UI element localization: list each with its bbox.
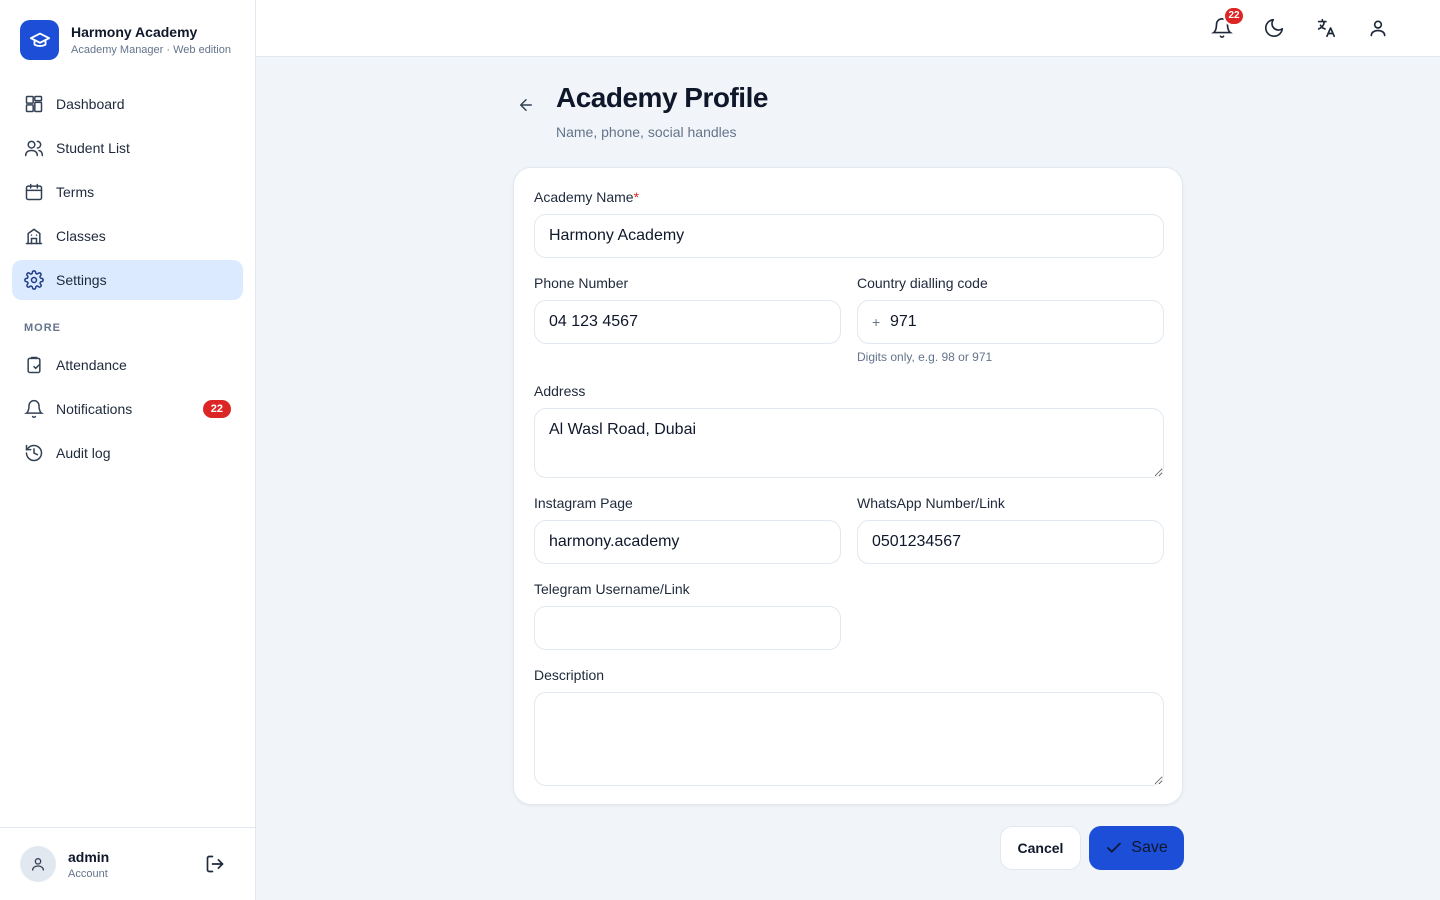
nav-item-settings[interactable]: Settings xyxy=(12,260,243,300)
account-text: admin Account xyxy=(68,849,203,880)
telegram-input[interactable] xyxy=(534,606,841,650)
profile-button[interactable] xyxy=(1366,16,1390,40)
whatsapp-input[interactable] xyxy=(857,520,1164,564)
phone-number-input[interactable] xyxy=(534,300,841,344)
notifications-bell-button[interactable]: 22 xyxy=(1210,6,1245,40)
country-code-prefix: + xyxy=(872,314,881,330)
brand[interactable]: Harmony Academy Academy Manager · Web ed… xyxy=(20,20,239,60)
nav-item-classes[interactable]: Classes xyxy=(12,216,243,256)
nav-label: Terms xyxy=(56,184,95,200)
nav-item-student-list[interactable]: Student List xyxy=(12,128,243,168)
users-icon xyxy=(24,138,44,158)
cancel-button[interactable]: Cancel xyxy=(1000,826,1081,870)
academy-name-input[interactable] xyxy=(534,214,1164,258)
account-role: Account xyxy=(68,867,108,880)
instagram-label: Instagram Page xyxy=(534,495,633,511)
check-icon xyxy=(1105,839,1123,857)
dark-mode-toggle[interactable] xyxy=(1262,16,1286,40)
academy-name-label-text: Academy Name xyxy=(534,189,634,205)
save-button-label: Save xyxy=(1131,839,1168,856)
account-panel: admin Account xyxy=(0,827,255,900)
notifications-count-badge: 22 xyxy=(202,400,231,418)
phone-number-label: Phone Number xyxy=(534,275,629,291)
brand-text: Harmony Academy Academy Manager · Web ed… xyxy=(71,23,239,57)
user-icon[interactable] xyxy=(20,846,56,882)
translate-icon xyxy=(1317,18,1336,38)
building-icon xyxy=(24,226,44,246)
gear-icon xyxy=(24,270,44,290)
clipboard-icon xyxy=(24,355,44,375)
history-icon xyxy=(24,443,44,463)
country-code-label: Country dialling code xyxy=(857,275,988,291)
nav-label: Settings xyxy=(56,272,107,288)
notification-count-badge: 22 xyxy=(1223,6,1245,26)
calendar-icon xyxy=(24,182,44,202)
description-label: Description xyxy=(534,667,605,683)
nav-item-dashboard[interactable]: Dashboard xyxy=(12,84,243,124)
nav-label: Attendance xyxy=(56,357,127,373)
nav-label: Audit log xyxy=(56,445,111,461)
nav-label: Notifications xyxy=(56,401,133,417)
dashboard-icon xyxy=(24,94,44,114)
more-nav: Attendance Notifications 22 Audit log xyxy=(12,345,243,477)
nav-label: Classes xyxy=(56,228,106,244)
account-name: admin xyxy=(68,848,110,865)
academy-name-label: Academy Name* xyxy=(534,189,639,205)
address-textarea[interactable]: Al Wasl Road, Dubai xyxy=(534,408,1164,478)
nav-item-notifications[interactable]: Notifications 22 xyxy=(12,389,243,429)
required-mark: * xyxy=(633,189,640,205)
nav-label: Dashboard xyxy=(56,96,125,112)
bell-icon xyxy=(24,399,44,419)
brand-name: Harmony Academy xyxy=(71,24,198,40)
telegram-label: Telegram Username/Link xyxy=(534,581,690,597)
page-title: Academy Profile xyxy=(556,82,768,113)
address-label: Address xyxy=(534,383,586,399)
user-icon xyxy=(1370,20,1386,37)
whatsapp-label: WhatsApp Number/Link xyxy=(857,495,1005,511)
nav-label: Student List xyxy=(56,140,130,156)
language-button[interactable] xyxy=(1314,16,1338,40)
moon-icon xyxy=(1264,18,1284,38)
instagram-input[interactable] xyxy=(534,520,841,564)
graduation-cap-icon xyxy=(20,20,59,60)
save-button[interactable]: Save xyxy=(1089,826,1184,870)
nav-item-terms[interactable]: Terms xyxy=(12,172,243,212)
logout-icon[interactable] xyxy=(203,852,227,876)
main-nav: Dashboard Student List Terms Classes Set… xyxy=(12,84,243,304)
arrow-left-icon xyxy=(520,99,532,111)
back-button[interactable] xyxy=(514,93,538,117)
topbar: 22 xyxy=(256,0,1440,57)
country-code-hint: Digits only, e.g. 98 or 971 xyxy=(857,350,993,364)
sidebar: Harmony Academy Academy Manager · Web ed… xyxy=(0,0,256,900)
nav-section-more: MORE xyxy=(24,322,61,334)
nav-item-attendance[interactable]: Attendance xyxy=(12,345,243,385)
country-code-input[interactable] xyxy=(857,300,1164,344)
brand-subtitle: Academy Manager · Web edition xyxy=(71,44,231,56)
nav-item-audit-log[interactable]: Audit log xyxy=(12,433,243,473)
description-textarea[interactable] xyxy=(534,692,1164,786)
page-subtitle: Name, phone, social handles xyxy=(556,124,737,140)
profile-form-card: Academy Name* Phone Number Country diall… xyxy=(513,167,1183,805)
